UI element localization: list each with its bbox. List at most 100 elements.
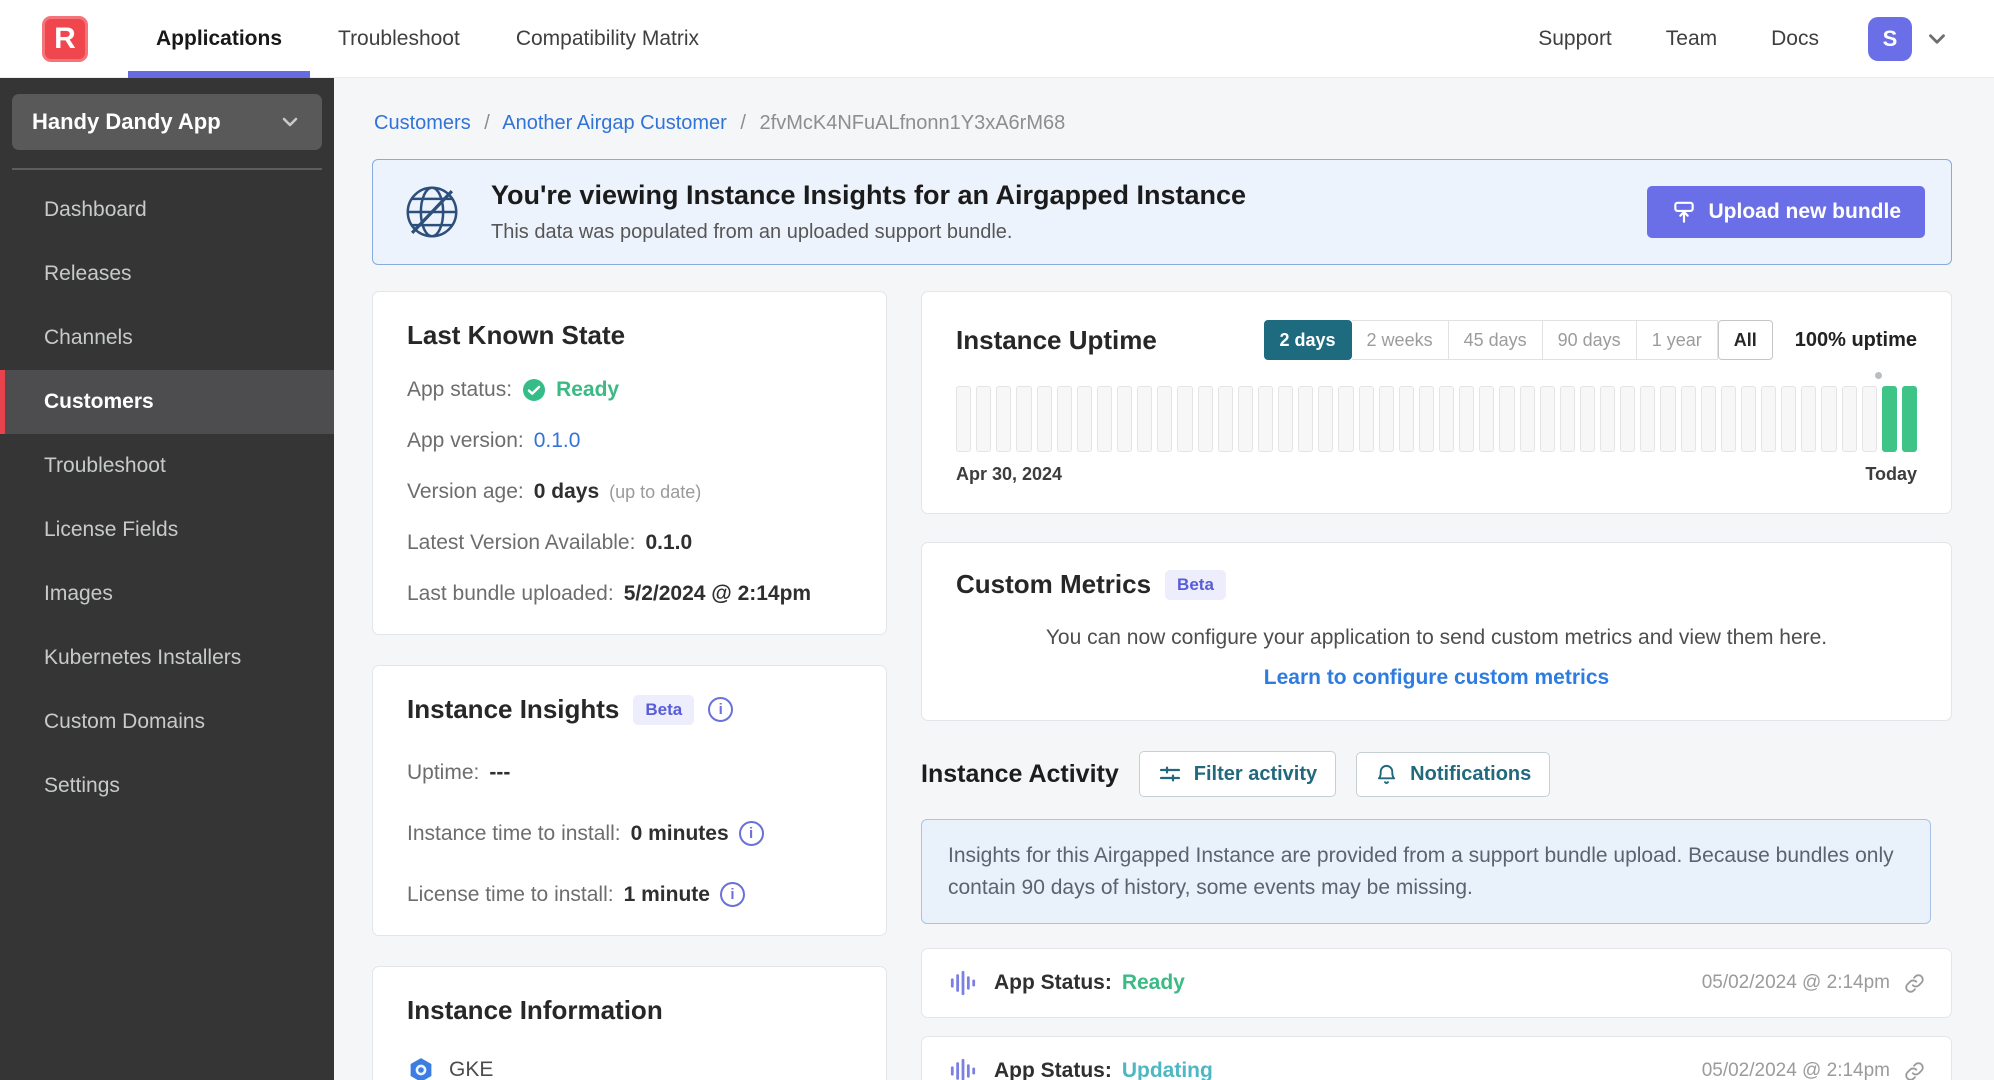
- uptime-bar[interactable]: [1398, 386, 1414, 452]
- uptime-bar[interactable]: [1358, 386, 1374, 452]
- uptime-bar[interactable]: [1821, 386, 1837, 452]
- card-title: Instance Insights: [407, 694, 620, 724]
- sidebar-item-images[interactable]: Images: [0, 562, 334, 626]
- sidebar-item-custom-domains[interactable]: Custom Domains: [0, 690, 334, 754]
- uptime-bar[interactable]: [1901, 386, 1917, 452]
- range-1-year[interactable]: 1 year: [1636, 320, 1718, 360]
- uptime-bar[interactable]: [1318, 386, 1334, 452]
- info-icon[interactable]: i: [708, 697, 734, 722]
- sidebar-item-settings[interactable]: Settings: [0, 754, 334, 818]
- nav-support[interactable]: Support: [1511, 27, 1639, 51]
- uptime-bar[interactable]: [1298, 386, 1314, 452]
- uptime-bar[interactable]: [1761, 386, 1777, 452]
- uptime-bar[interactable]: [956, 386, 972, 452]
- uptime-bar[interactable]: [1036, 386, 1052, 452]
- app-version-link[interactable]: 0.1.0: [534, 429, 581, 453]
- chevron-down-icon[interactable]: [1924, 26, 1950, 52]
- breadcrumb-customer-link[interactable]: Another Airgap Customer: [502, 112, 727, 134]
- range-45-days[interactable]: 45 days: [1448, 320, 1543, 360]
- link-icon[interactable]: [1904, 1061, 1925, 1080]
- tab-troubleshoot[interactable]: Troubleshoot: [310, 0, 488, 77]
- sidebar-item-dashboard[interactable]: Dashboard: [0, 178, 334, 242]
- uptime-bar[interactable]: [1874, 372, 1897, 452]
- activity-row[interactable]: App Status: Updating 05/02/2024 @ 2:14pm: [921, 1036, 1952, 1080]
- sidebar-item-kubernetes-installers[interactable]: Kubernetes Installers: [0, 626, 334, 690]
- range-2-days[interactable]: 2 days: [1263, 320, 1352, 360]
- replicated-logo[interactable]: R: [42, 15, 88, 62]
- uptime-bar[interactable]: [1076, 386, 1092, 452]
- info-icon[interactable]: i: [738, 821, 764, 846]
- breadcrumb-customers-link[interactable]: Customers: [374, 112, 471, 134]
- uptime-bar[interactable]: [1479, 386, 1495, 452]
- uptime-range-selector: 2 days 2 weeks 45 days 90 days 1 year Al…: [1263, 320, 1773, 360]
- sidebar-divider: [12, 168, 322, 170]
- filter-activity-label: Filter activity: [1193, 762, 1318, 785]
- uptime-bar[interactable]: [1680, 386, 1696, 452]
- uptime-bar[interactable]: [1459, 386, 1475, 452]
- uptime-bar[interactable]: [1740, 386, 1756, 452]
- sidebar-item-releases[interactable]: Releases: [0, 242, 334, 306]
- app-selector[interactable]: Handy Dandy App: [12, 94, 322, 150]
- uptime-bar[interactable]: [1720, 386, 1736, 452]
- uptime-bar[interactable]: [1338, 386, 1354, 452]
- notifications-button[interactable]: Notifications: [1356, 751, 1551, 797]
- beta-badge: Beta: [633, 694, 695, 725]
- sidebar-item-troubleshoot[interactable]: Troubleshoot: [0, 434, 334, 498]
- info-icon[interactable]: i: [719, 882, 745, 907]
- uptime-bar[interactable]: [1559, 386, 1575, 452]
- secondary-nav: Support Team Docs S: [1511, 16, 1994, 61]
- uptime-bar[interactable]: [1237, 386, 1253, 452]
- uptime-bar[interactable]: [1439, 386, 1455, 452]
- avatar[interactable]: S: [1868, 16, 1912, 61]
- sidebar-item-license-fields[interactable]: License Fields: [0, 498, 334, 562]
- uptime-bar[interactable]: [1781, 386, 1797, 452]
- uptime-bar[interactable]: [1700, 386, 1716, 452]
- uptime-bar[interactable]: [996, 386, 1012, 452]
- uptime-bar[interactable]: [1137, 386, 1153, 452]
- tab-compatibility-matrix[interactable]: Compatibility Matrix: [488, 0, 727, 77]
- uptime-bar[interactable]: [1117, 386, 1133, 452]
- uptime-bar[interactable]: [1499, 386, 1515, 452]
- range-2-weeks[interactable]: 2 weeks: [1351, 320, 1449, 360]
- tab-applications[interactable]: Applications: [128, 0, 311, 78]
- nav-team[interactable]: Team: [1639, 27, 1744, 51]
- uptime-bar[interactable]: [1056, 386, 1072, 452]
- uptime-bar[interactable]: [1177, 386, 1193, 452]
- uptime-bar[interactable]: [1620, 386, 1636, 452]
- uptime-bar[interactable]: [1217, 386, 1233, 452]
- uptime-bar[interactable]: [976, 386, 992, 452]
- activity-row[interactable]: App Status: Ready 05/02/2024 @ 2:14pm: [921, 948, 1952, 1018]
- sidebar-item-customers[interactable]: Customers: [0, 370, 334, 434]
- uptime-bar[interactable]: [1418, 386, 1434, 452]
- filter-activity-button[interactable]: Filter activity: [1138, 751, 1337, 797]
- uptime-bar[interactable]: [1257, 386, 1273, 452]
- uptime-bar[interactable]: [1278, 386, 1294, 452]
- uptime-bars: [956, 372, 1917, 452]
- uptime-bar[interactable]: [1519, 386, 1535, 452]
- uptime-bar[interactable]: [1579, 386, 1595, 452]
- range-all[interactable]: All: [1717, 320, 1773, 360]
- instance-uptime-card: Instance Uptime 2 days 2 weeks 45 days 9…: [921, 291, 1952, 514]
- uptime-bar[interactable]: [1801, 386, 1817, 452]
- upload-new-bundle-button[interactable]: Upload new bundle: [1646, 186, 1925, 238]
- uptime-bar[interactable]: [1157, 386, 1173, 452]
- configure-custom-metrics-link[interactable]: Learn to configure custom metrics: [956, 666, 1917, 690]
- nav-docs[interactable]: Docs: [1744, 27, 1846, 51]
- uptime-bar[interactable]: [1539, 386, 1555, 452]
- uptime-bar[interactable]: [1861, 386, 1877, 452]
- uptime-bar[interactable]: [1378, 386, 1394, 452]
- range-90-days[interactable]: 90 days: [1542, 320, 1637, 360]
- custom-metrics-card: Custom Metrics Beta You can now configur…: [921, 542, 1952, 721]
- uptime-bar[interactable]: [1640, 386, 1656, 452]
- sidebar-item-channels[interactable]: Channels: [0, 306, 334, 370]
- upload-icon: [1673, 201, 1694, 223]
- latest-version-label: Latest Version Available:: [407, 531, 636, 554]
- uptime-bar[interactable]: [1197, 386, 1213, 452]
- uptime-bar[interactable]: [1016, 386, 1032, 452]
- uptime-bar[interactable]: [1660, 386, 1676, 452]
- pulse-icon: [950, 1058, 976, 1080]
- uptime-bar[interactable]: [1600, 386, 1616, 452]
- link-icon[interactable]: [1904, 973, 1925, 994]
- uptime-bar[interactable]: [1841, 386, 1857, 452]
- uptime-bar[interactable]: [1096, 386, 1112, 452]
